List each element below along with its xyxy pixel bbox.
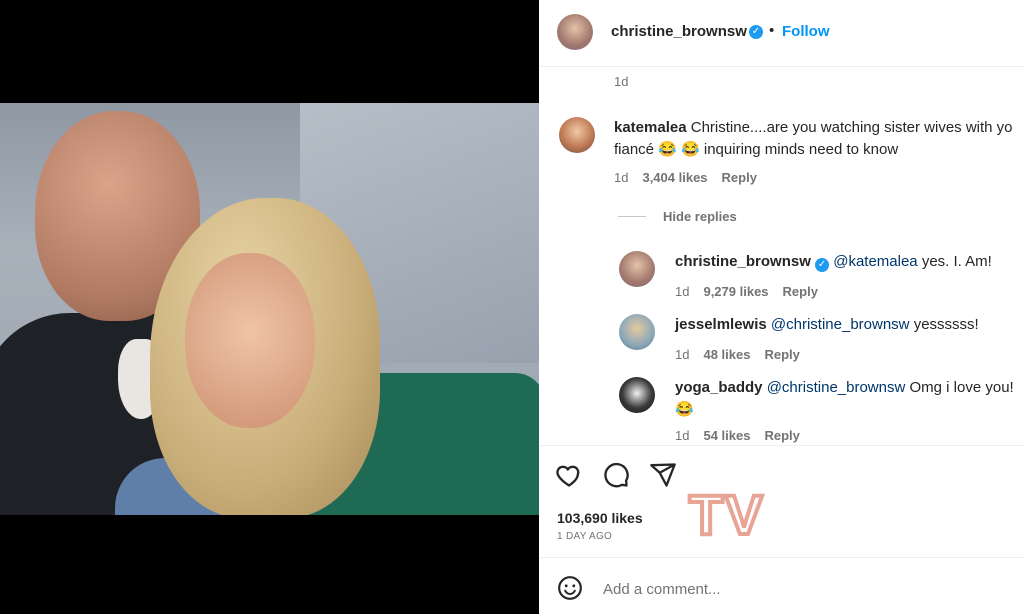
reply-text: yessssss! [913,316,979,333]
post-media-panel [0,0,539,614]
comment-text: Christine....are you watching sister wiv… [690,119,1013,136]
comment-time: 1d [614,170,629,185]
reply-likes[interactable]: 48 likes [703,347,750,362]
reply-likes[interactable]: 54 likes [703,428,750,443]
reply-time: 1d [675,347,690,362]
clipped-reply-meta: 1d 54 likes Reply [539,428,1024,445]
comment-likes[interactable]: 3,404 likes [642,170,707,185]
reply-button[interactable]: Reply [764,428,799,443]
verified-badge-icon: ✓ [815,258,830,272]
avatar[interactable] [619,251,655,287]
tv-watermark: TV [687,481,765,548]
post-photo[interactable] [0,103,539,515]
reply-text: Omg i love you! [909,379,1014,396]
reply-mention[interactable]: @christine_brownsw [771,316,910,333]
reply-button[interactable]: Reply [783,284,818,299]
emoji-icon[interactable] [557,575,583,601]
reply: yoga_baddy @christine_brownsw Omg i love… [675,377,1014,399]
post-time-ago: 1 DAY AGO [557,531,613,542]
avatar[interactable] [559,117,595,153]
share-icon[interactable] [649,461,677,489]
caption-time: 1d [614,74,629,89]
divider [539,445,1024,446]
reply-button[interactable]: Reply [764,347,799,362]
comment: katemalea Christine....are you watching … [614,117,1024,139]
reply-meta: 1d 48 likes Reply [675,347,814,362]
post-detail-panel: christine_brownsw ✓ • Follow 1d katemale… [539,0,1024,614]
avatar[interactable] [619,377,655,413]
heart-icon[interactable] [555,461,583,489]
follow-button[interactable]: Follow [782,23,830,40]
post-header: christine_brownsw ✓ • Follow [539,0,1024,67]
reply-likes[interactable]: 9,279 likes [703,284,768,299]
hide-replies-button[interactable]: Hide replies [663,209,737,224]
likes-count[interactable]: 103,690 likes [557,510,643,526]
divider [539,557,1024,558]
reply-text: yes. I. Am! [921,253,992,270]
reply-text-line2: 😂 [675,401,694,418]
reply-button[interactable]: Reply [722,170,757,185]
reply-meta: 1d 54 likes Reply [675,428,814,443]
add-comment-input[interactable] [601,580,985,599]
reply-mention[interactable]: @katemalea [833,253,917,270]
reply-time: 1d [675,428,690,443]
avatar[interactable] [557,14,593,50]
reply-username[interactable]: jesselmlewis [675,316,767,333]
reply-mention[interactable]: @christine_brownsw [767,379,906,396]
reply-time: 1d [675,284,690,299]
reply-username[interactable]: christine_brownsw [675,253,811,270]
verified-badge-icon: ✓ [749,25,763,39]
avatar[interactable] [619,314,655,350]
comment-meta: 1d 3,404 likes Reply [614,170,771,185]
comment-username[interactable]: katemalea [614,119,687,136]
reply: jesselmlewis @christine_brownsw yessssss… [675,314,979,336]
reply-username[interactable]: yoga_baddy [675,379,763,396]
divider-line [618,216,646,217]
reply: christine_brownsw ✓ @katemalea yes. I. A… [675,251,992,273]
post-username[interactable]: christine_brownsw [611,23,747,40]
separator-dot: • [769,22,775,39]
comment-icon[interactable] [602,461,630,489]
reply-meta: 1d 9,279 likes Reply [675,284,832,299]
comment-text-line2: fiancé 😂 😂 inquiring minds need to know [614,141,899,158]
